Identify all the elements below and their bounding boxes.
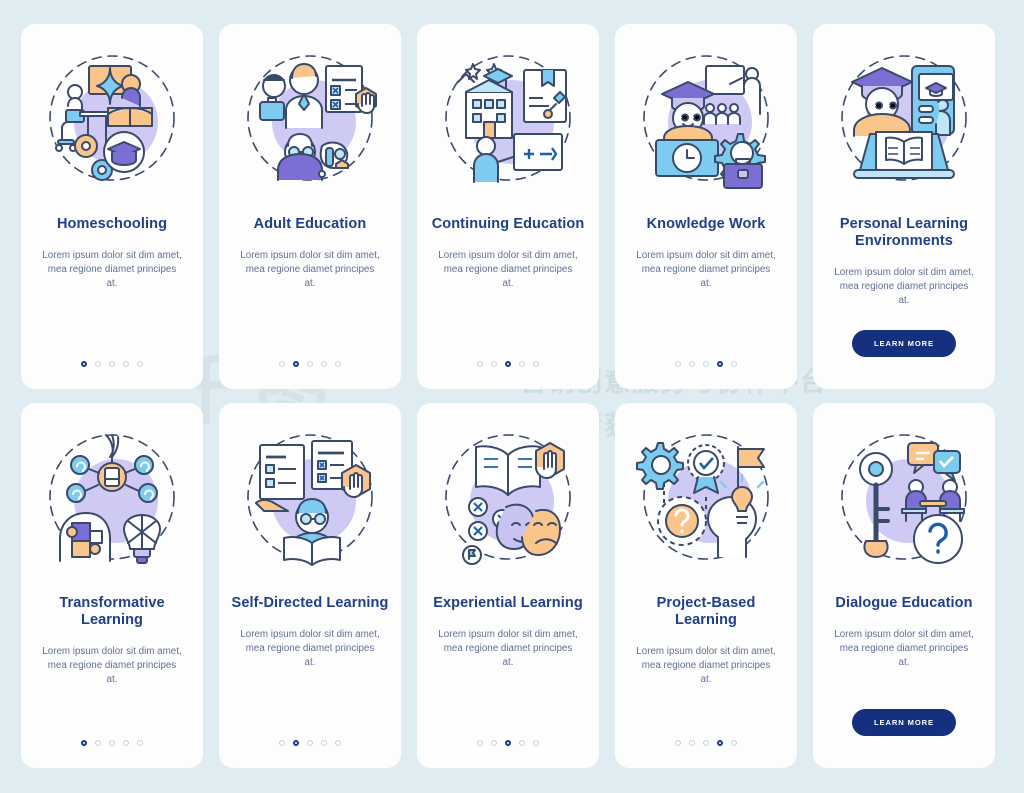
pagination-dots bbox=[615, 740, 797, 746]
pagination-dot[interactable] bbox=[477, 740, 483, 746]
pagination-dot[interactable] bbox=[137, 740, 143, 746]
pagination-dot[interactable] bbox=[533, 740, 539, 746]
onboarding-card: Self-Directed Learning Lorem ipsum dolor … bbox=[219, 403, 401, 768]
onboarding-card: Dialogue Education Lorem ipsum dolor sit … bbox=[813, 403, 995, 768]
pagination-dot[interactable] bbox=[689, 361, 695, 367]
card-body-text: Lorem ipsum dolor sit dim amet, mea regi… bbox=[438, 250, 578, 289]
onboarding-card: Knowledge Work Lorem ipsum dolor sit dim … bbox=[615, 24, 797, 389]
pagination-dot[interactable] bbox=[519, 361, 525, 367]
self-directed-learning-illustration bbox=[230, 421, 390, 581]
card-body-text: Lorem ipsum dolor sit dim amet, mea regi… bbox=[42, 250, 182, 289]
dialogue-education-illustration bbox=[824, 421, 984, 581]
pagination-dot[interactable] bbox=[307, 740, 313, 746]
pagination-dot[interactable] bbox=[95, 361, 101, 367]
pagination-dot[interactable] bbox=[335, 740, 341, 746]
pagination-dot[interactable] bbox=[491, 740, 497, 746]
pagination-dot-active[interactable] bbox=[81, 740, 87, 746]
pagination-dot[interactable] bbox=[491, 361, 497, 367]
pagination-dot[interactable] bbox=[519, 740, 525, 746]
onboarding-screens-grid: Homeschooling Lorem ipsum dolor sit dim a… bbox=[0, 0, 1024, 793]
card-body-text: Lorem ipsum dolor sit dim amet, mea regi… bbox=[834, 629, 974, 668]
pagination-dot-active[interactable] bbox=[81, 361, 87, 367]
pagination-dot[interactable] bbox=[137, 361, 143, 367]
pagination-dots bbox=[219, 361, 401, 367]
pagination-dot[interactable] bbox=[279, 361, 285, 367]
adult-education-illustration bbox=[230, 42, 390, 202]
card-title: Knowledge Work bbox=[646, 216, 766, 232]
pagination-dot[interactable] bbox=[95, 740, 101, 746]
pagination-dots bbox=[219, 740, 401, 746]
learn-more-button[interactable]: LEARN MORE bbox=[851, 330, 957, 357]
personal-learning-environments-illustration bbox=[824, 42, 984, 202]
onboarding-card: Experiential Learning Lorem ipsum dolor s… bbox=[417, 403, 599, 768]
project-based-learning-illustration bbox=[626, 421, 786, 581]
card-title: Homeschooling bbox=[56, 216, 168, 232]
card-body-text: Lorem ipsum dolor sit dim amet, mea regi… bbox=[42, 646, 182, 685]
pagination-dot[interactable] bbox=[689, 740, 695, 746]
pagination-dots bbox=[21, 361, 203, 367]
onboarding-card: Continuing Education Lorem ipsum dolor si… bbox=[417, 24, 599, 389]
card-title: Project-Based Learning bbox=[656, 595, 756, 628]
pagination-dot[interactable] bbox=[731, 740, 737, 746]
continuing-education-illustration bbox=[428, 42, 588, 202]
pagination-dot[interactable] bbox=[123, 361, 129, 367]
pagination-dot-active[interactable] bbox=[293, 361, 299, 367]
pagination-dot[interactable] bbox=[279, 740, 285, 746]
pagination-dots bbox=[417, 361, 599, 367]
card-title: Personal Learning Environments bbox=[839, 216, 969, 249]
card-title: Self-Directed Learning bbox=[231, 595, 389, 611]
pagination-dot-active[interactable] bbox=[505, 740, 511, 746]
card-body-text: Lorem ipsum dolor sit dim amet, mea regi… bbox=[438, 629, 578, 668]
card-body-text: Lorem ipsum dolor sit dim amet, mea regi… bbox=[636, 250, 776, 289]
pagination-dots bbox=[615, 361, 797, 367]
card-title: Experiential Learning bbox=[433, 595, 583, 611]
onboarding-card: Homeschooling Lorem ipsum dolor sit dim a… bbox=[21, 24, 203, 389]
pagination-dot[interactable] bbox=[123, 740, 129, 746]
pagination-dot[interactable] bbox=[675, 361, 681, 367]
card-title: Transformative Learning bbox=[59, 595, 165, 628]
pagination-dot-active[interactable] bbox=[717, 361, 723, 367]
onboarding-card: Personal Learning Environments Lorem ipsu… bbox=[813, 24, 995, 389]
knowledge-work-illustration bbox=[626, 42, 786, 202]
pagination-dot[interactable] bbox=[321, 740, 327, 746]
homeschooling-illustration bbox=[32, 42, 192, 202]
onboarding-card: Adult Education Lorem ipsum dolor sit dim… bbox=[219, 24, 401, 389]
card-title: Adult Education bbox=[253, 216, 367, 232]
card-body-text: Lorem ipsum dolor sit dim amet, mea regi… bbox=[240, 629, 380, 668]
pagination-dots bbox=[21, 740, 203, 746]
pagination-dot[interactable] bbox=[477, 361, 483, 367]
pagination-dot[interactable] bbox=[109, 361, 115, 367]
card-body-text: Lorem ipsum dolor sit dim amet, mea regi… bbox=[240, 250, 380, 289]
pagination-dot[interactable] bbox=[307, 361, 313, 367]
card-title: Continuing Education bbox=[431, 216, 585, 232]
pagination-dot[interactable] bbox=[109, 740, 115, 746]
pagination-dot[interactable] bbox=[675, 740, 681, 746]
onboarding-card: Transformative Learning Lorem ipsum dolor… bbox=[21, 403, 203, 768]
pagination-dot[interactable] bbox=[335, 361, 341, 367]
pagination-dot-active[interactable] bbox=[717, 740, 723, 746]
pagination-dots bbox=[417, 740, 599, 746]
card-body-text: Lorem ipsum dolor sit dim amet, mea regi… bbox=[636, 646, 776, 685]
pagination-dot[interactable] bbox=[321, 361, 327, 367]
card-title: Dialogue Education bbox=[835, 595, 973, 611]
pagination-dot[interactable] bbox=[533, 361, 539, 367]
pagination-dot[interactable] bbox=[703, 740, 709, 746]
experiential-learning-illustration bbox=[428, 421, 588, 581]
onboarding-card: Project-Based Learning Lorem ipsum dolor … bbox=[615, 403, 797, 768]
pagination-dot[interactable] bbox=[731, 361, 737, 367]
pagination-dot[interactable] bbox=[703, 361, 709, 367]
pagination-dot-active[interactable] bbox=[505, 361, 511, 367]
card-body-text: Lorem ipsum dolor sit dim amet, mea regi… bbox=[834, 267, 974, 306]
learn-more-button[interactable]: LEARN MORE bbox=[851, 709, 957, 736]
pagination-dot-active[interactable] bbox=[293, 740, 299, 746]
transformative-learning-illustration bbox=[32, 421, 192, 581]
